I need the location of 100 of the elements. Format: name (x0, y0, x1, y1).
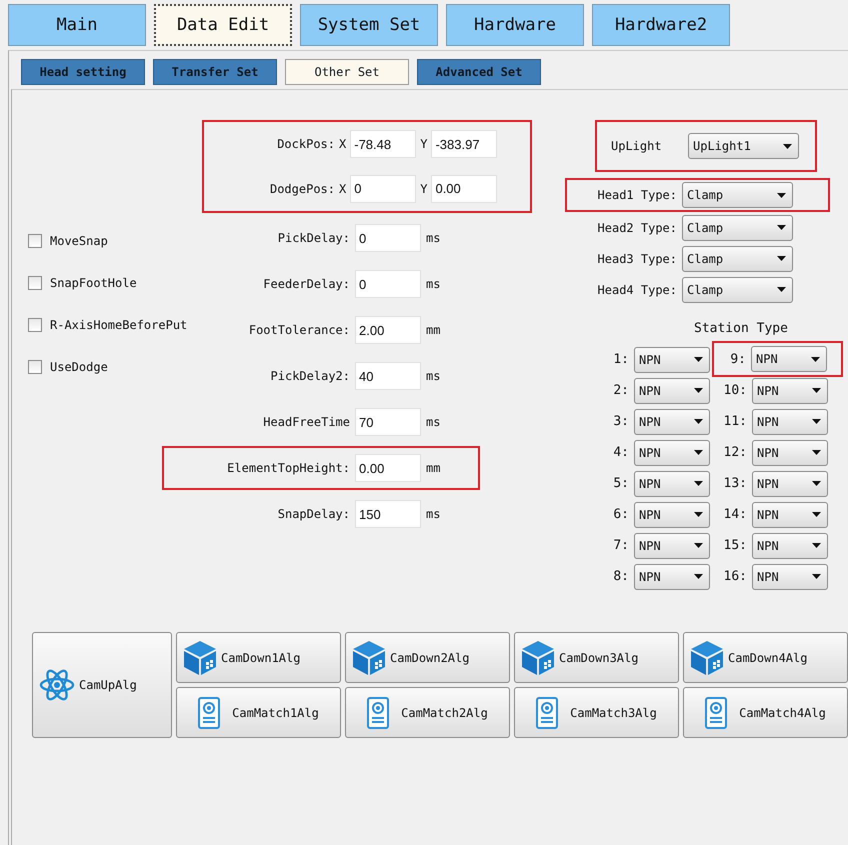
dropdown[interactable]: NPN (751, 346, 827, 372)
dropdown[interactable]: NPN (752, 470, 828, 496)
dropdown[interactable]: NPN (752, 532, 828, 558)
dropdown[interactable]: Clamp (682, 214, 793, 240)
field-label: HeadFreeTime (262, 415, 350, 429)
sub-tab[interactable]: Head setting (21, 59, 145, 85)
station-label: 1: (612, 352, 629, 367)
station-label: 7: (612, 538, 629, 553)
caret-icon (694, 357, 703, 362)
dropdown[interactable]: NPN (634, 378, 710, 404)
input-field[interactable]: 0 (355, 224, 421, 252)
dropdown[interactable]: UpLight1 (688, 133, 799, 159)
field-label: Head4 Type: (596, 282, 678, 296)
algorithm-button[interactable]: CamMatch1Alg (176, 687, 341, 738)
input-field[interactable]: 150 (355, 500, 421, 528)
dropdown[interactable]: NPN (752, 502, 828, 528)
field-label: ElementTopHeight: (226, 461, 350, 475)
input-field[interactable]: 0.00 (431, 174, 498, 203)
input-field[interactable]: 2.00 (355, 316, 421, 344)
atom-icon (39, 669, 75, 701)
station-label: 6: (612, 507, 629, 522)
dropdown[interactable]: Clamp (682, 246, 793, 272)
main-tab[interactable]: Data Edit (154, 4, 292, 46)
cube-icon (183, 640, 217, 676)
dropdown[interactable]: NPN (634, 346, 710, 372)
algorithm-button[interactable]: CamDown2Alg (345, 632, 510, 683)
input-field[interactable]: 0 (355, 270, 421, 298)
checkbox-label: SnapFootHole (50, 276, 137, 290)
input-field[interactable]: 0.00 (355, 454, 421, 482)
input-field[interactable]: 40 (355, 362, 421, 390)
dropdown[interactable]: NPN (634, 440, 710, 466)
sub-tab[interactable]: Transfer Set (153, 59, 277, 85)
cube-icon (690, 640, 724, 676)
document-icon (198, 696, 220, 728)
station-label: 14: (722, 507, 747, 522)
dropdown[interactable]: NPN (752, 408, 828, 434)
cube-icon (521, 640, 555, 676)
station-label: 4: (612, 445, 629, 460)
station-label: 5: (612, 476, 629, 491)
document-icon (367, 696, 390, 728)
station-label: 16: (722, 569, 747, 584)
main-tab[interactable]: Main (8, 4, 146, 46)
dropdown[interactable]: NPN (752, 378, 828, 404)
unit-label: ms (426, 507, 440, 521)
algorithm-button[interactable]: CamUpAlg (32, 632, 172, 738)
station-label: 11: (722, 414, 747, 429)
station-label: 3: (612, 414, 629, 429)
dropdown[interactable]: NPN (634, 502, 710, 528)
caret-icon (812, 574, 821, 579)
checkbox[interactable] (28, 234, 42, 248)
station-label: 13: (722, 476, 747, 491)
dropdown[interactable]: Clamp (682, 276, 793, 302)
main-tab[interactable]: System Set (300, 4, 438, 46)
dropdown[interactable]: NPN (752, 440, 828, 466)
main-tab[interactable]: Hardware (446, 4, 584, 46)
field-label: SnapDelay: (276, 507, 350, 521)
dropdown[interactable]: NPN (752, 564, 828, 590)
field-label: PickDelay2: (270, 369, 350, 383)
algorithm-button[interactable]: CamDown4Alg (683, 632, 848, 683)
axis-label: X (339, 137, 346, 152)
algorithm-button[interactable]: CamDown1Alg (176, 632, 341, 683)
algorithm-button[interactable]: CamMatch3Alg (514, 687, 679, 738)
sub-tab[interactable]: Advanced Set (417, 59, 541, 85)
caret-icon (694, 574, 703, 579)
station-label: 2: (612, 383, 629, 398)
input-field[interactable]: 0 (350, 174, 416, 203)
caret-icon (777, 192, 786, 198)
dropdown[interactable]: NPN (634, 408, 710, 434)
station-label: 9: (729, 352, 746, 366)
field-label: Head1 Type: (596, 188, 678, 202)
input-field[interactable]: -78.48 (350, 130, 416, 158)
caret-icon (811, 356, 820, 362)
caret-icon (812, 481, 821, 486)
algorithm-button[interactable]: CamMatch4Alg (683, 687, 848, 738)
dropdown[interactable]: NPN (634, 532, 710, 558)
checkbox[interactable] (28, 276, 42, 290)
checkbox[interactable] (28, 318, 42, 332)
caret-icon (783, 144, 792, 148)
checkbox[interactable] (28, 360, 42, 374)
algorithm-button[interactable]: CamDown3Alg (514, 632, 679, 683)
axis-label: X (339, 182, 346, 196)
caret-icon (812, 512, 821, 517)
field-label: FeederDelay: (262, 277, 350, 291)
field-label: Head2 Type: (596, 220, 678, 234)
sub-tab[interactable]: Other Set (285, 59, 409, 85)
unit-label: mm (426, 323, 440, 337)
caret-icon (812, 388, 821, 393)
algorithm-button[interactable]: CamMatch2Alg (345, 687, 510, 738)
field-label: PickDelay: (276, 231, 350, 245)
unit-label: ms (426, 231, 440, 245)
axis-label: Y (420, 182, 428, 196)
dropdown[interactable]: Clamp (682, 182, 793, 208)
dropdown[interactable]: NPN (634, 470, 710, 496)
caret-icon (694, 481, 703, 486)
caret-icon (812, 419, 821, 424)
main-tab[interactable]: Hardware2 (592, 4, 730, 46)
input-field[interactable]: 70 (355, 408, 421, 436)
input-field[interactable]: -383.97 (431, 130, 498, 158)
dropdown[interactable]: NPN (634, 564, 710, 590)
section-title: Station Type (694, 321, 789, 336)
